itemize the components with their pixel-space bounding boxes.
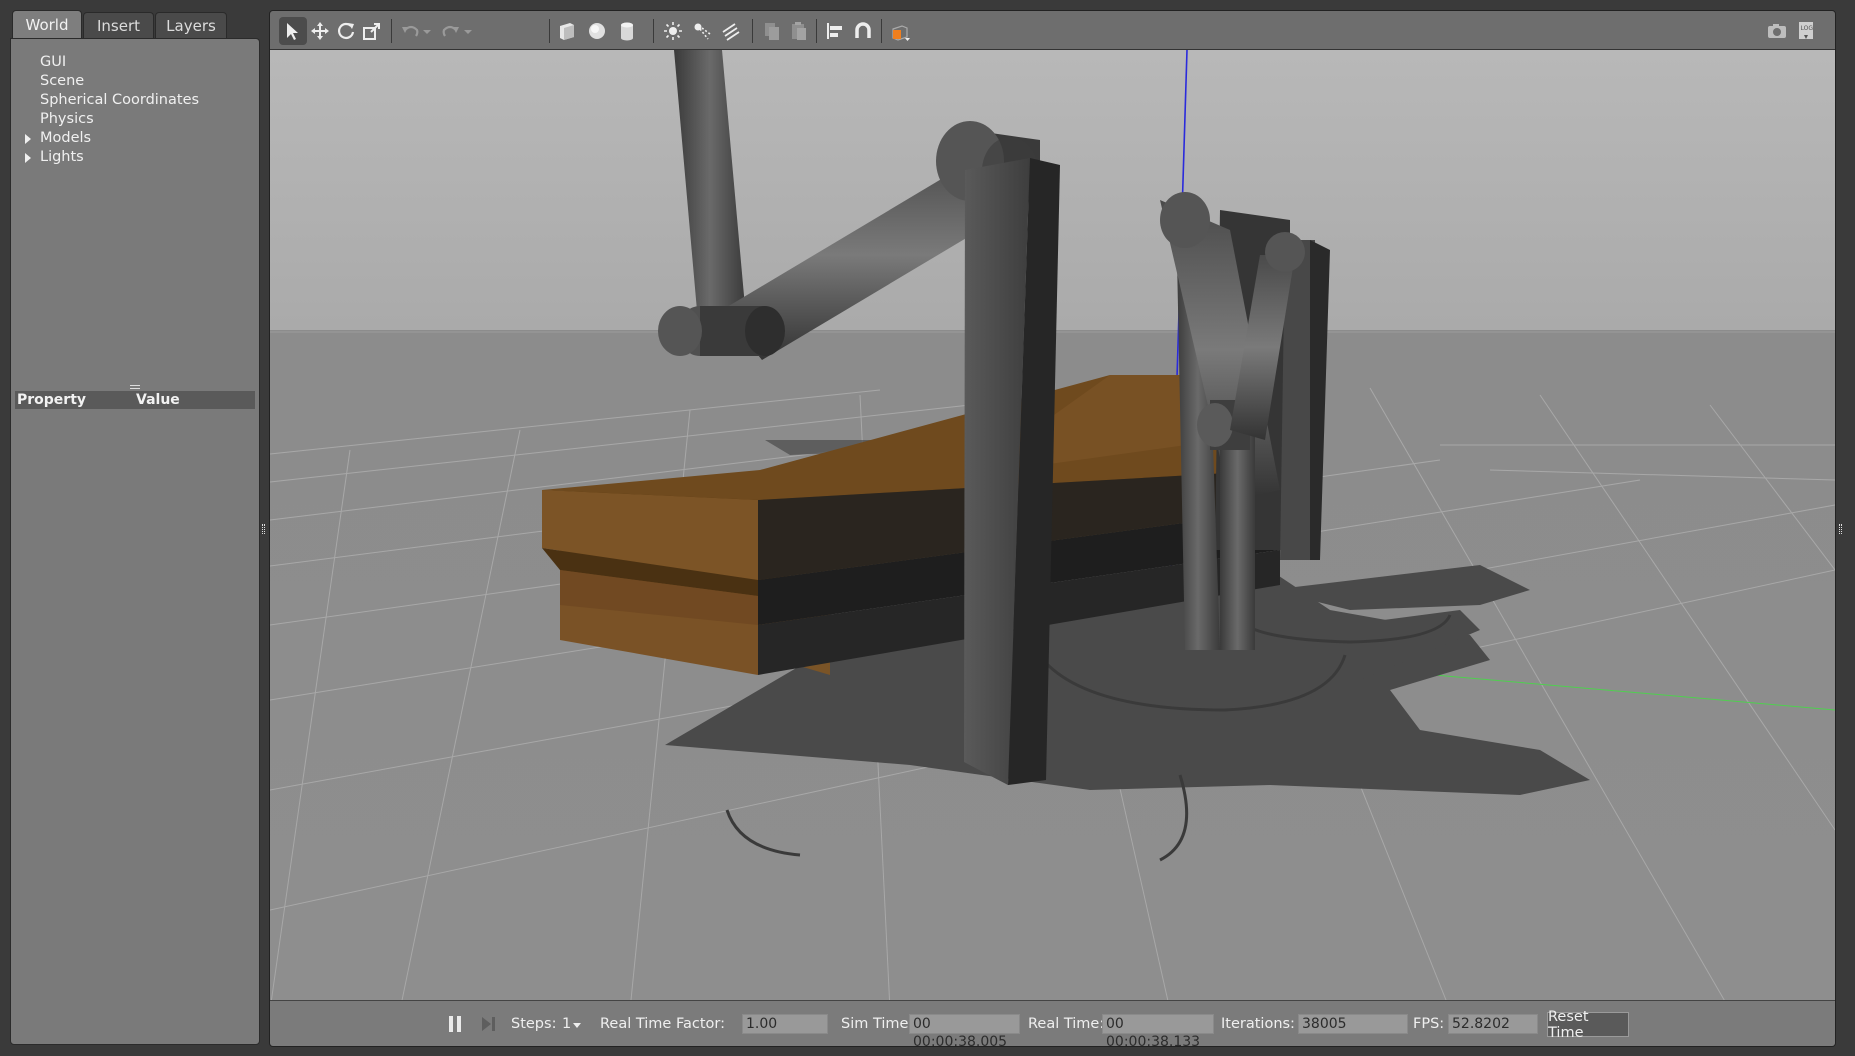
- rtf-label: Real Time Factor:: [600, 1016, 725, 1032]
- pause-button[interactable]: [447, 1014, 463, 1034]
- tree-item-models[interactable]: Models: [11, 129, 259, 148]
- right-splitter-handle[interactable]: [1839, 524, 1842, 534]
- tab-layers[interactable]: Layers: [155, 12, 227, 39]
- panel-tabbar: World Insert Layers: [10, 10, 260, 39]
- cylinder-icon[interactable]: [613, 17, 641, 45]
- tree-item-label: GUI: [40, 54, 67, 70]
- rotate-icon[interactable]: [332, 17, 360, 45]
- value-column-header: Value: [136, 392, 180, 408]
- screenshot-icon[interactable]: [1763, 17, 1791, 45]
- sim-time-label: Sim Time:: [841, 1016, 914, 1032]
- expand-arrow-icon[interactable]: [25, 153, 31, 163]
- scale-icon[interactable]: [358, 17, 386, 45]
- pause-icon: [449, 1016, 461, 1032]
- toolbar-separator: [816, 19, 817, 43]
- tree-item-gui[interactable]: GUI: [11, 53, 259, 72]
- steps-spinner-icon[interactable]: [573, 1023, 581, 1028]
- point-light-icon[interactable]: [659, 17, 687, 45]
- fps-label: FPS:: [1413, 1016, 1445, 1032]
- tree-item-label: Scene: [40, 73, 85, 89]
- select-arrow-icon[interactable]: [279, 17, 307, 45]
- tree-item-label: Physics: [40, 111, 94, 127]
- tree-item-lights[interactable]: Lights: [11, 148, 259, 167]
- property-column-header: Property: [17, 392, 87, 408]
- step-icon: [482, 1017, 495, 1031]
- copy-icon[interactable]: [758, 17, 786, 45]
- toolbar-separator: [752, 19, 753, 43]
- box-icon[interactable]: [553, 17, 581, 45]
- tab-insert[interactable]: Insert: [83, 12, 154, 39]
- sim-time-field: 00 00:00:38.005: [909, 1014, 1020, 1046]
- spot-light-icon[interactable]: [688, 17, 716, 45]
- 3d-scene-viewport[interactable]: [270, 50, 1835, 1010]
- tree-item-spherical-coordinates[interactable]: Spherical Coordinates: [11, 91, 259, 110]
- tree-item-physics[interactable]: Physics: [11, 110, 259, 129]
- steps-label: Steps:: [511, 1016, 557, 1032]
- real-time-label: Real Time:: [1028, 1016, 1105, 1032]
- paste-icon[interactable]: [785, 17, 813, 45]
- reset-time-button[interactable]: Reset Time: [1547, 1009, 1629, 1041]
- translate-icon[interactable]: [306, 17, 334, 45]
- svg-text:LOG: LOG: [1801, 25, 1814, 32]
- render-view-panel: LOG Steps: 1 Real Time Factor: 1.00 Sim …: [269, 10, 1836, 1047]
- step-button[interactable]: [480, 1014, 496, 1034]
- fps-field: 52.8202: [1448, 1014, 1538, 1034]
- left-splitter-handle[interactable]: [262, 524, 265, 534]
- toolbar-separator: [549, 19, 550, 43]
- tree-item-label: Lights: [40, 149, 84, 165]
- status-bar: Steps: 1 Real Time Factor: 1.00 Sim Time…: [270, 1000, 1835, 1046]
- redo-dropdown-icon[interactable]: [461, 17, 475, 45]
- undo-dropdown-icon[interactable]: [420, 17, 434, 45]
- iterations-field: 38005: [1298, 1014, 1408, 1034]
- expand-arrow-icon[interactable]: [25, 134, 31, 144]
- tab-world[interactable]: World: [12, 10, 82, 39]
- real-time-field: 00 00:00:38.133: [1102, 1014, 1214, 1046]
- log-icon[interactable]: LOG: [1792, 17, 1820, 45]
- world-tree: GUI Scene Spherical Coordinates Physics …: [11, 53, 259, 167]
- toolbar-separator: [653, 19, 654, 43]
- world-panel-body: GUI Scene Spherical Coordinates Physics …: [10, 38, 260, 1045]
- directional-light-icon[interactable]: [717, 17, 745, 45]
- left-panel: World Insert Layers GUI Scene Spherical …: [10, 10, 260, 1045]
- sphere-icon[interactable]: [583, 17, 611, 45]
- splitter-handle[interactable]: [130, 385, 140, 389]
- tree-item-label: Models: [40, 130, 92, 146]
- iterations-label: Iterations:: [1221, 1016, 1295, 1032]
- robot-post-front: [964, 158, 1060, 785]
- toolbar: LOG: [270, 11, 1835, 50]
- tree-item-scene[interactable]: Scene: [11, 72, 259, 91]
- snap-icon[interactable]: [849, 17, 877, 45]
- property-table-header: Property Value: [15, 391, 255, 409]
- toolbar-separator: [881, 19, 882, 43]
- rtf-field: 1.00: [742, 1014, 828, 1034]
- tree-item-label: Spherical Coordinates: [40, 92, 200, 108]
- steps-value[interactable]: 1: [562, 1015, 571, 1033]
- view-angle-icon[interactable]: [886, 17, 914, 45]
- align-icon[interactable]: [821, 17, 849, 45]
- toolbar-separator: [391, 19, 392, 43]
